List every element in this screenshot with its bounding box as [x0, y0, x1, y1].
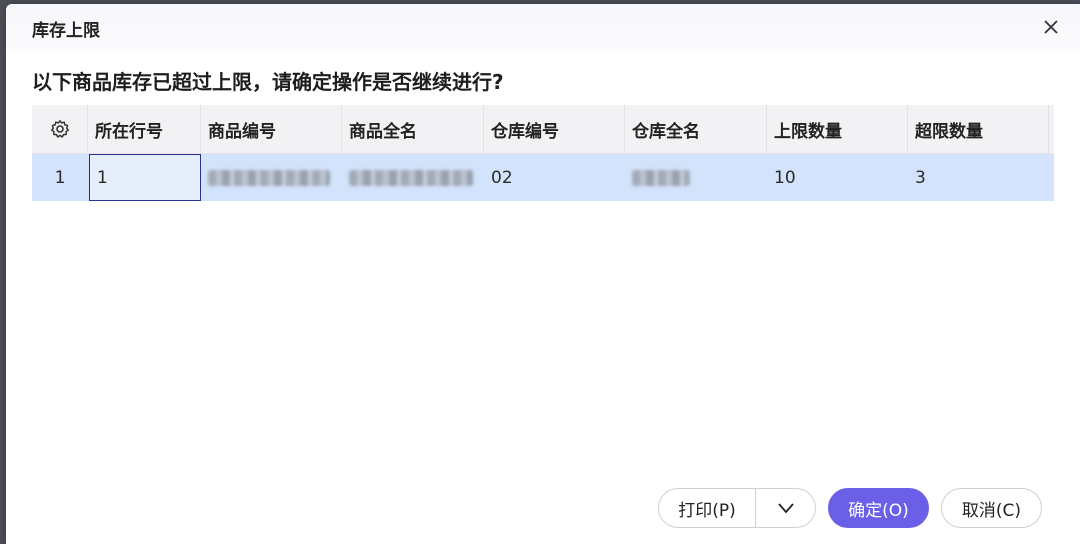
- table-header: 所在行号 商品编号 商品全名 仓库编号 仓库全名 上限数量 超限数量: [32, 105, 1054, 154]
- row-index: 1: [54, 167, 66, 188]
- column-header-warehouse-name[interactable]: 仓库全名: [625, 105, 767, 153]
- product-name-cell: [342, 154, 484, 201]
- over-limit-table: 所在行号 商品编号 商品全名 仓库编号 仓库全名 上限数量 超限数量 1 1 0…: [32, 105, 1054, 202]
- redacted-product-code: [208, 169, 330, 186]
- column-header-limit-qty[interactable]: 上限数量: [767, 105, 908, 153]
- ok-button[interactable]: 确定(O): [828, 488, 929, 528]
- cancel-button[interactable]: 取消(C): [941, 488, 1042, 528]
- table-row[interactable]: 1 1 02 10 3: [32, 154, 1054, 201]
- limit-qty-cell: 10: [774, 167, 796, 188]
- chevron-down-icon[interactable]: [756, 489, 815, 527]
- column-header-line-no[interactable]: 所在行号: [88, 105, 201, 153]
- over-qty-cell: 3: [915, 167, 926, 188]
- column-header-over-qty[interactable]: 超限数量: [908, 105, 1049, 153]
- dialog-footer: 打印(P) 确定(O) 取消(C): [6, 488, 1080, 530]
- column-header-product-name[interactable]: 商品全名: [342, 105, 484, 153]
- confirm-message: 以下商品库存已超过上限，请确定操作是否继续进行?: [32, 70, 504, 94]
- redacted-warehouse-name: [632, 169, 690, 186]
- gear-icon[interactable]: [32, 105, 88, 153]
- column-header-product-code[interactable]: 商品编号: [201, 105, 342, 153]
- product-code-cell: [201, 154, 342, 201]
- line-no-cell[interactable]: 1: [89, 154, 201, 201]
- warehouse-name-cell: [625, 154, 767, 201]
- print-button[interactable]: 打印(P): [659, 489, 756, 527]
- column-header-warehouse-code[interactable]: 仓库编号: [484, 105, 625, 153]
- dialog-title: 库存上限: [32, 21, 100, 41]
- print-split-button: 打印(P): [658, 488, 816, 528]
- close-icon[interactable]: [1040, 16, 1062, 38]
- warehouse-code-cell: 02: [491, 167, 513, 188]
- stock-limit-dialog: 库存上限 以下商品库存已超过上限，请确定操作是否继续进行? 所在行号 商品编号 …: [6, 4, 1080, 544]
- dialog-titlebar: 库存上限: [6, 4, 1080, 52]
- redacted-product-name: [349, 169, 473, 186]
